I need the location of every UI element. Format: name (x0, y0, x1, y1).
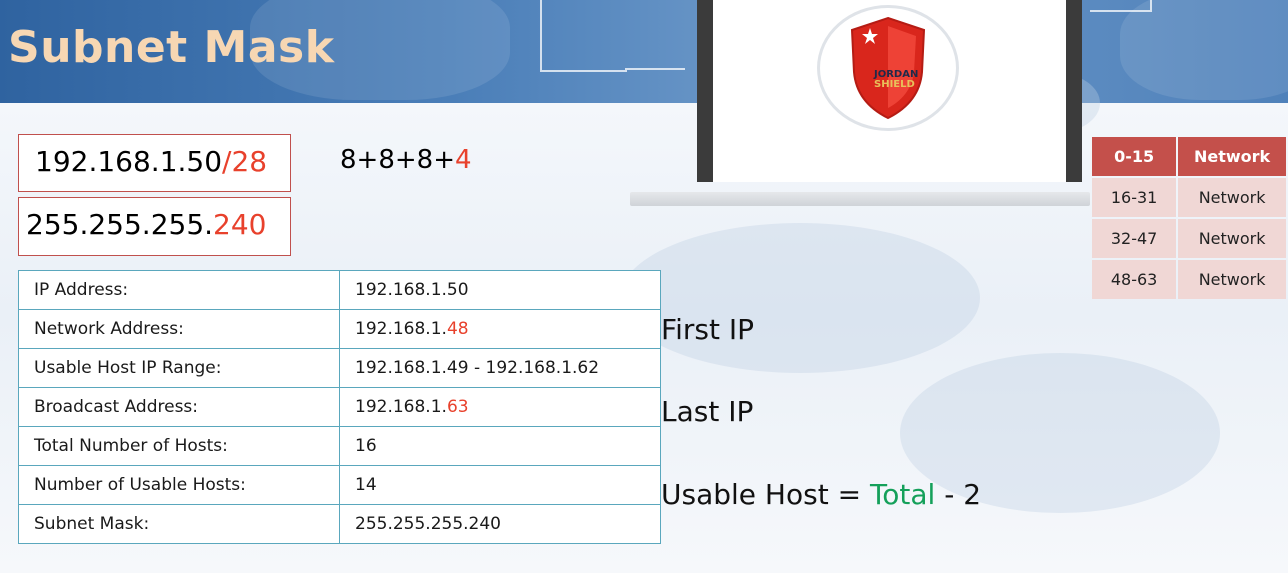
circuit-line (540, 0, 627, 72)
row-value-text: 192.168.1. (355, 397, 447, 417)
row-value: 14 (339, 465, 661, 505)
shield-icon (850, 16, 926, 120)
row-value: 192.168.1.63 (339, 387, 661, 427)
formula-suffix: - 2 (935, 478, 982, 511)
row-value-text: 192.168.1.49 - 192.168.1.62 (355, 358, 600, 378)
table-row: Network Address: 192.168.1.48 (18, 309, 661, 349)
last-ip-note: Last IP (661, 395, 754, 428)
mask-last-octet: 240 (213, 208, 267, 241)
row-label: IP Address: (18, 270, 340, 310)
subnet-mask-text: 255.255.255.240 (26, 208, 266, 241)
row-label: Total Number of Hosts: (18, 426, 340, 466)
equation-prefix: 8+8+8+ (340, 145, 455, 175)
map-decoration (1120, 0, 1288, 100)
table-row: Subnet Mask: 255.255.255.240 (18, 504, 661, 544)
header-banner: Subnet Mask (0, 0, 1288, 103)
row-value-text: 255.255.255.240 (355, 514, 502, 534)
table-row: Total Number of Hosts: 16 (18, 426, 661, 466)
row-label: Network Address: (18, 309, 340, 349)
table-row: 32-47 Network (1092, 219, 1286, 258)
ranges-header-row: 0-15 Network (1092, 137, 1286, 176)
row-value-text: 16 (355, 436, 377, 456)
laptop-base-graphic (630, 192, 1090, 206)
ip-address-text: 192.168.1.50 (35, 145, 223, 178)
mask-prefix: 255.255.255. (26, 208, 214, 241)
formula-prefix: Usable Host = (661, 478, 870, 511)
ip-cidr-box: 192.168.1.50/28 (18, 134, 291, 192)
type-cell: Network (1178, 219, 1286, 258)
type-cell: Network (1178, 178, 1286, 217)
row-label: Broadcast Address: (18, 387, 340, 427)
subnet-info-table: IP Address: 192.168.1.50 Network Address… (18, 270, 661, 544)
subnet-mask-box: 255.255.255.240 (18, 197, 291, 256)
type-cell: Network (1178, 260, 1286, 299)
row-value: 16 (339, 426, 661, 466)
circuit-line (1090, 0, 1152, 12)
range-cell: 0-15 (1092, 137, 1177, 176)
row-value-text: 192.168.1.50 (355, 280, 469, 300)
row-value-highlight: 63 (446, 397, 469, 417)
row-value: 192.168.1.49 - 192.168.1.62 (339, 348, 661, 388)
row-label: Usable Host IP Range: (18, 348, 340, 388)
map-decoration (620, 223, 980, 373)
row-label: Subnet Mask: (18, 504, 340, 544)
circuit-line (625, 68, 685, 70)
table-row: IP Address: 192.168.1.50 (18, 270, 661, 310)
equation-last: 4 (454, 145, 472, 175)
bits-equation: 8+8+8+4 (340, 145, 472, 175)
table-row: Broadcast Address: 192.168.1.63 (18, 387, 661, 427)
row-value-highlight: 48 (446, 319, 469, 339)
row-label: Number of Usable Hosts: (18, 465, 340, 505)
jordan-shield-logo: JORDAN SHIELD (820, 8, 956, 128)
table-row: Usable Host IP Range: 192.168.1.49 - 192… (18, 348, 661, 388)
row-value: 192.168.1.48 (339, 309, 661, 349)
logo-text: JORDAN SHIELD (874, 70, 918, 90)
page-title: Subnet Mask (8, 22, 335, 73)
range-cell: 16-31 (1092, 178, 1177, 217)
range-cell: 32-47 (1092, 219, 1177, 258)
table-row: 48-63 Network (1092, 260, 1286, 299)
type-cell: Network (1178, 137, 1286, 176)
logo-text-shield: SHIELD (874, 79, 915, 90)
formula-total: Total (869, 478, 936, 511)
usable-host-formula: Usable Host = Total - 2 (661, 478, 981, 511)
row-value-text: 192.168.1. (355, 319, 447, 339)
ip-cidr-text: 192.168.1.50/28 (35, 145, 267, 178)
row-value-text: 14 (355, 475, 377, 495)
table-row: 16-31 Network (1092, 178, 1286, 217)
subnet-ranges-table: 0-15 Network 16-31 Network 32-47 Network… (1090, 135, 1288, 301)
cidr-text: /28 (222, 145, 268, 178)
row-value: 255.255.255.240 (339, 504, 661, 544)
first-ip-note: First IP (661, 313, 754, 346)
table-row: Number of Usable Hosts: 14 (18, 465, 661, 505)
row-value: 192.168.1.50 (339, 270, 661, 310)
range-cell: 48-63 (1092, 260, 1177, 299)
